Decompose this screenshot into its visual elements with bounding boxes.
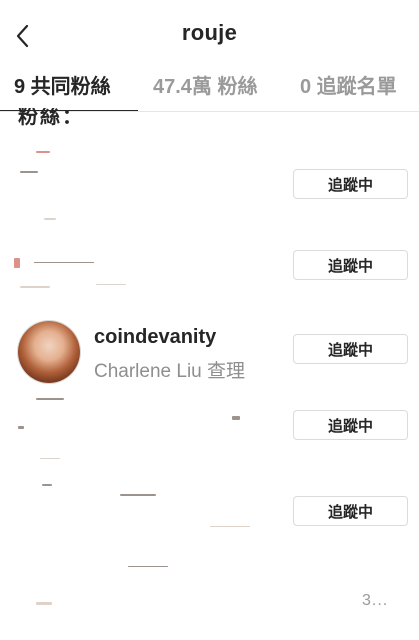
redacted-mark (210, 526, 250, 527)
tab-following[interactable]: 0 追蹤名單 (300, 70, 397, 110)
redacted-mark (18, 426, 24, 429)
followers-screen: rouje 9 共同粉絲 47.4萬 粉絲 0 追蹤名單 粉絲： 追蹤中 追蹤中… (0, 0, 419, 640)
list-item[interactable]: coindevanity Charlene Liu 查理 追蹤中 (0, 312, 419, 392)
redacted-mark (14, 258, 20, 268)
truncated-text: 3... (362, 592, 389, 609)
redacted-mark (120, 494, 156, 496)
page-title: rouje (181, 20, 238, 45)
redacted-mark (42, 484, 52, 486)
tab-followers[interactable]: 47.4萬 粉絲 (153, 70, 257, 110)
redacted-mark (36, 151, 50, 153)
list-item[interactable]: 3... (0, 560, 419, 640)
list-item[interactable]: 追蹤中 (0, 392, 419, 472)
redacted-mark (40, 458, 60, 459)
list-item[interactable]: 追蹤中 (0, 226, 419, 306)
list-item[interactable]: 追蹤中 (0, 476, 419, 556)
username: coindevanity (94, 326, 217, 348)
following-button[interactable]: 追蹤中 (293, 496, 408, 526)
list-item[interactable]: 追蹤中 (0, 145, 419, 225)
redacted-mark (36, 602, 52, 605)
following-button[interactable]: 追蹤中 (293, 334, 408, 364)
redacted-mark (96, 284, 126, 285)
redacted-mark (20, 286, 50, 288)
redacted-mark (128, 566, 168, 567)
redacted-mark (44, 218, 56, 220)
header: rouje (0, 0, 419, 70)
tab-mutual-followers[interactable]: 9 共同粉絲 (14, 70, 111, 110)
avatar (18, 321, 80, 383)
redacted-mark (232, 416, 240, 420)
redacted-mark (20, 171, 38, 173)
following-button[interactable]: 追蹤中 (293, 250, 408, 280)
redacted-mark (36, 398, 64, 400)
full-name: Charlene Liu 查理 (94, 361, 246, 382)
redacted-mark (34, 262, 94, 263)
following-button[interactable]: 追蹤中 (293, 169, 408, 199)
following-button[interactable]: 追蹤中 (293, 410, 408, 440)
tab-bar: 9 共同粉絲 47.4萬 粉絲 0 追蹤名單 (0, 70, 419, 112)
